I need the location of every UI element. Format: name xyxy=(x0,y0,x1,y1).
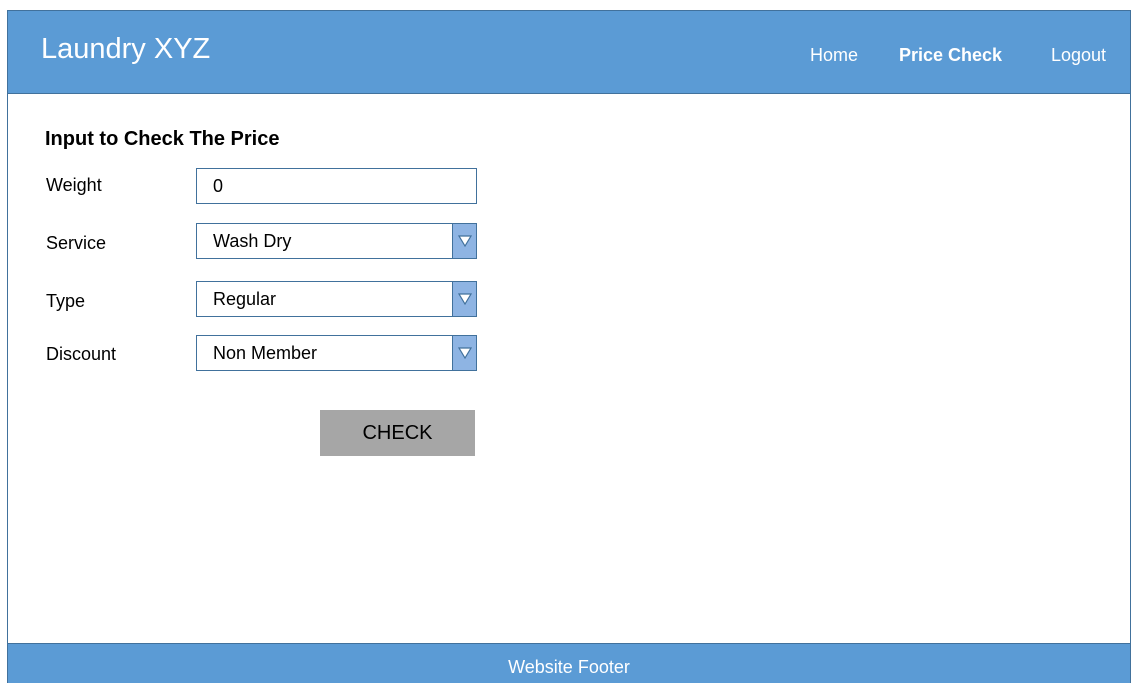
site-header: Laundry XYZ Home Price Check Logout xyxy=(8,11,1130,94)
type-value: Regular xyxy=(213,289,277,309)
form-title: Input to Check The Price xyxy=(45,128,280,150)
site-footer: Website Footer xyxy=(8,643,1130,683)
dropdown-arrow-icon[interactable] xyxy=(452,224,476,258)
service-select[interactable]: Wash Dry xyxy=(196,223,477,259)
service-label: Service xyxy=(46,233,107,253)
nav-logout[interactable]: Logout xyxy=(1051,45,1106,66)
discount-label: Discount xyxy=(46,344,117,364)
weight-value: 0 xyxy=(213,176,224,196)
type-label: Type xyxy=(46,291,86,311)
brand-title: Laundry XYZ xyxy=(41,33,211,65)
type-select[interactable]: Regular xyxy=(196,281,477,317)
discount-value: Non Member xyxy=(213,343,318,363)
nav-home[interactable]: Home xyxy=(810,45,858,66)
service-value: Wash Dry xyxy=(213,231,292,251)
dropdown-arrow-icon[interactable] xyxy=(452,336,476,370)
page-frame: Laundry XYZ Home Price Check Logout Inpu… xyxy=(7,10,1131,683)
dropdown-arrow-icon[interactable] xyxy=(452,282,476,316)
check-button[interactable]: CHECK xyxy=(320,410,475,456)
weight-input[interactable]: 0 xyxy=(196,168,477,204)
discount-select[interactable]: Non Member xyxy=(196,335,477,371)
nav-price-check[interactable]: Price Check xyxy=(899,45,1002,66)
weight-label: Weight xyxy=(46,175,102,195)
